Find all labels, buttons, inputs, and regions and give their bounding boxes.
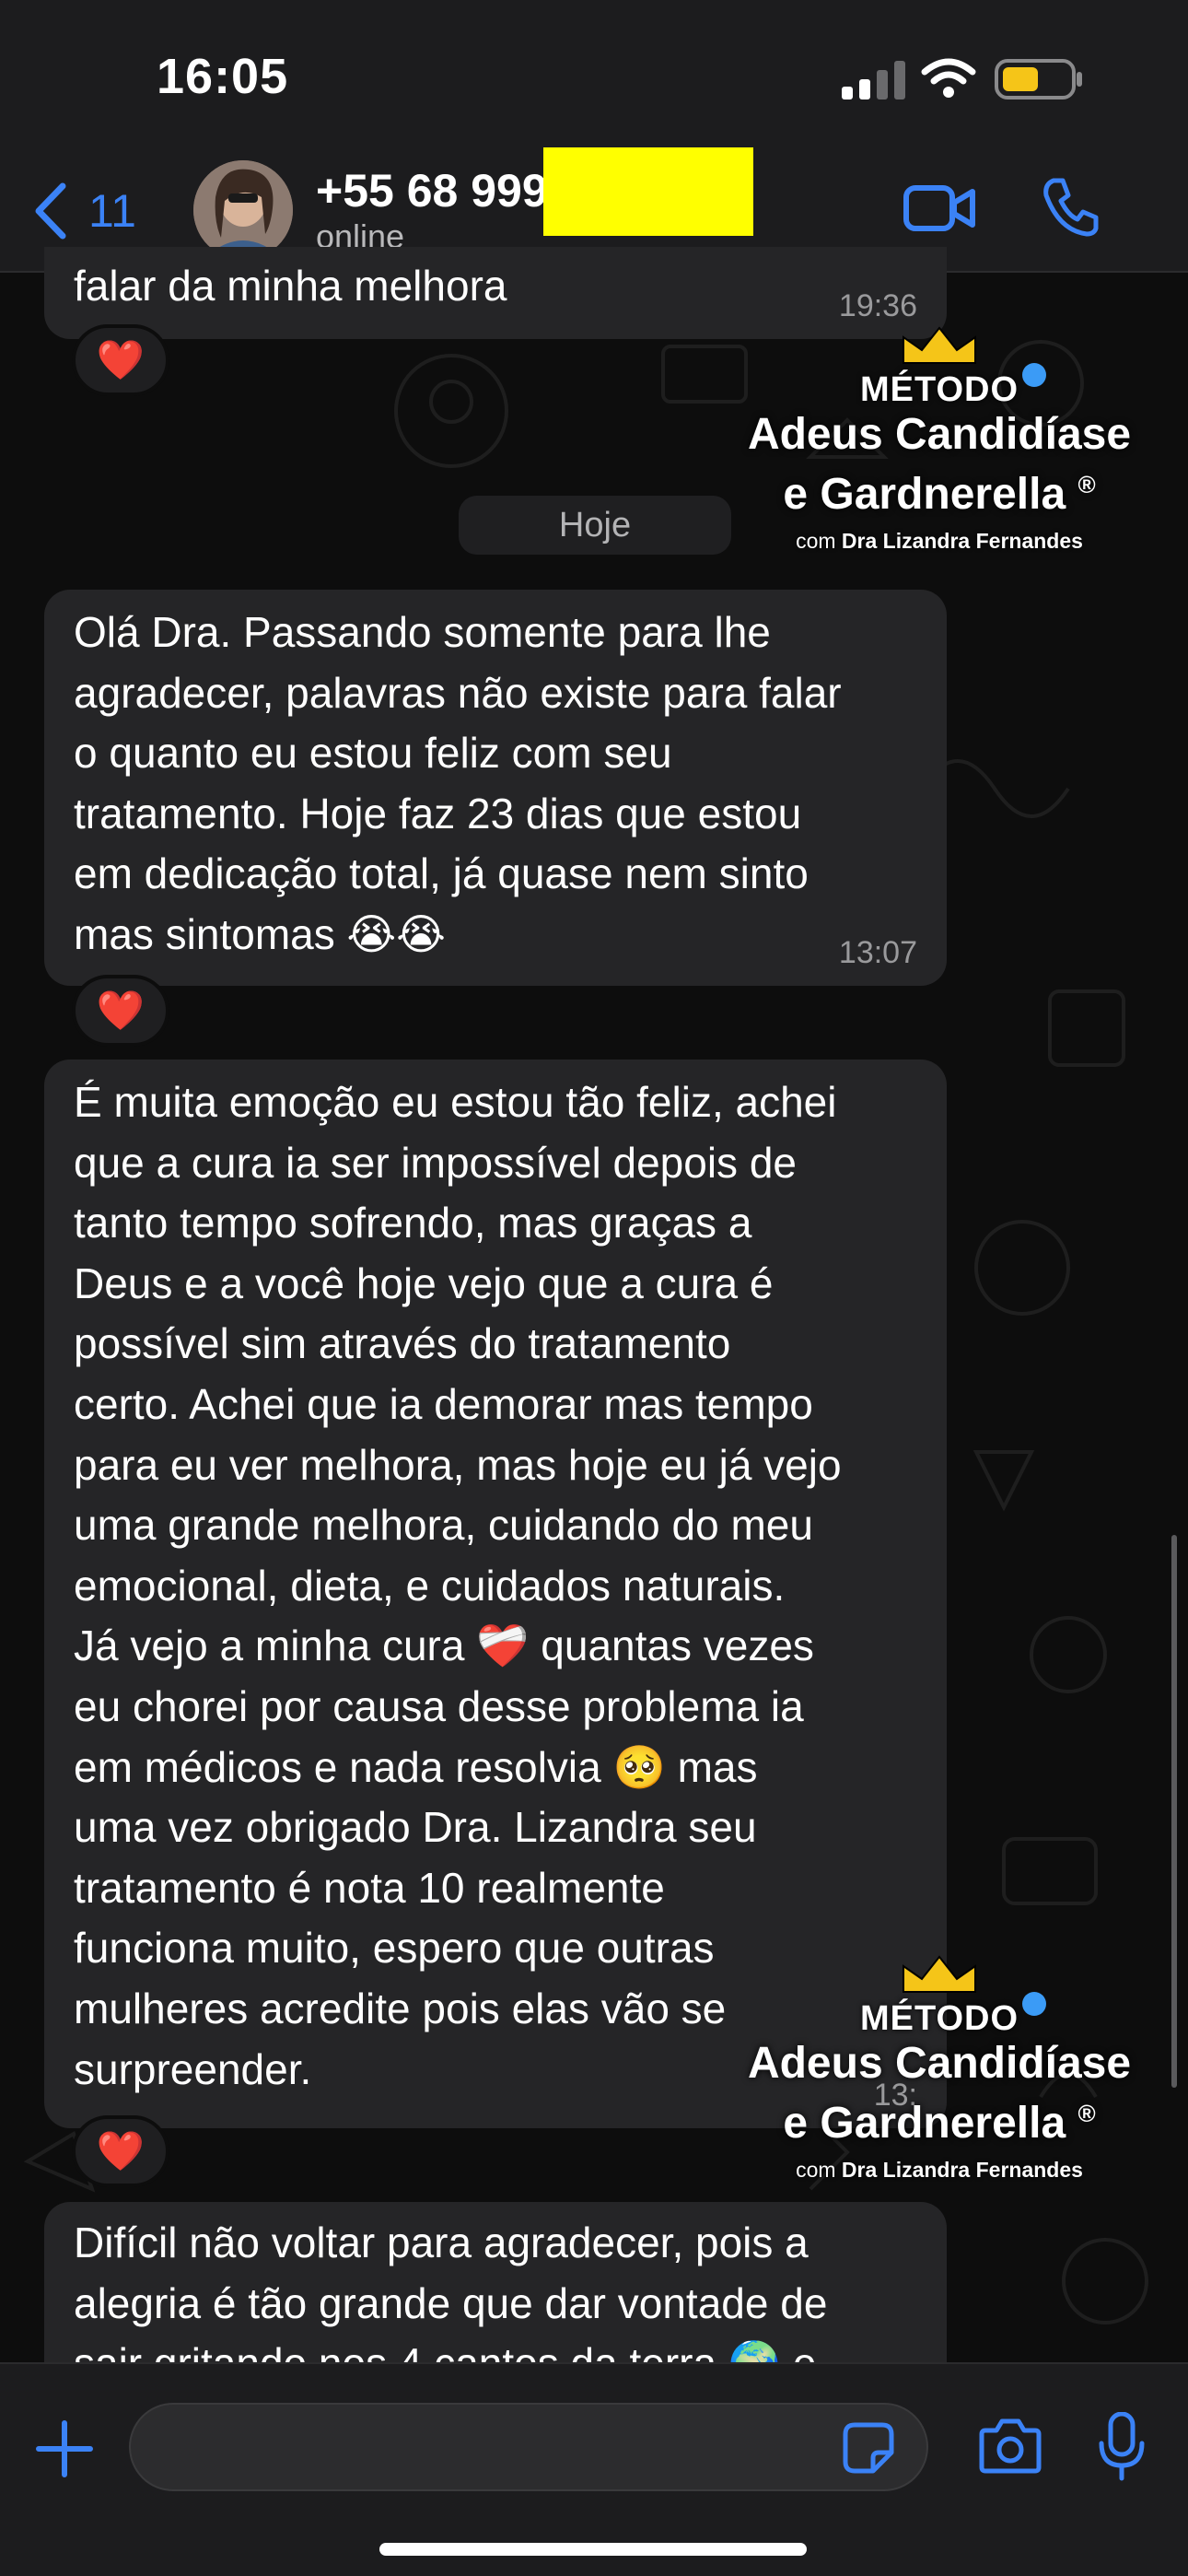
watermark-author: com Dra Lizandra Fernandes (700, 529, 1179, 554)
watermark-title-line2: e Gardnerella ® (700, 460, 1179, 520)
scrollbar[interactable] (1171, 1535, 1177, 2088)
verified-badge-icon (1022, 363, 1047, 387)
message-text: Difícil não voltar para agradecer, pois … (74, 2219, 828, 2364)
reaction-heart[interactable]: ❤️ (72, 2115, 169, 2187)
status-time: 16:05 (157, 49, 289, 104)
message-time: 19:36 (838, 288, 917, 323)
camera-icon[interactable] (978, 2418, 1042, 2475)
phone-call-icon[interactable] (1041, 177, 1100, 238)
redaction-block (543, 147, 753, 236)
brand-watermark: MÉTODO Adeus Candidíase e Gardnerella ® … (700, 324, 1179, 554)
home-indicator[interactable] (379, 2543, 807, 2556)
message-text: É muita emoção eu estou tão feliz, achei… (74, 1078, 842, 2093)
message-bubble[interactable]: Difícil não voltar para agradecer, pois … (44, 2202, 947, 2364)
brand-watermark: MÉTODO Adeus Candidíase e Gardnerella ® … (700, 1953, 1179, 2183)
sticker-icon[interactable] (842, 2421, 895, 2475)
crown-icon (903, 1955, 976, 1993)
message-field[interactable] (129, 2403, 928, 2491)
crown-icon (903, 326, 976, 364)
battery-icon (995, 59, 1082, 100)
plus-icon[interactable] (35, 2419, 94, 2478)
registered-mark: ® (1077, 471, 1096, 498)
watermark-by-prefix: com (796, 529, 836, 553)
watermark-title-line2: e Gardnerella ® (700, 2089, 1179, 2149)
verified-badge-icon (1022, 1992, 1047, 2016)
message-text: Olá Dra. Passando somente para lhe agrad… (74, 608, 842, 958)
watermark-author: com Dra Lizandra Fernandes (700, 2158, 1179, 2183)
watermark-title-line1: Adeus Candidíase (747, 410, 1132, 459)
wifi-icon (921, 58, 976, 98)
watermark-author-name: Dra Lizandra Fernandes (841, 2158, 1083, 2182)
watermark-metodo: MÉTODO (700, 1992, 1179, 2039)
watermark-metodo-text: MÉTODO (859, 1999, 1019, 2038)
message-time: 13:07 (838, 935, 917, 970)
watermark-metodo-text: MÉTODO (859, 370, 1019, 409)
contact-avatar[interactable] (193, 160, 293, 260)
date-separator: Hoje (459, 496, 731, 555)
watermark-author-name: Dra Lizandra Fernandes (841, 529, 1083, 553)
message-text: falar da minha melhora (74, 262, 507, 310)
chevron-left-icon (35, 182, 66, 240)
back-button[interactable]: 11 (31, 179, 136, 243)
reaction-heart[interactable]: ❤️ (72, 975, 169, 1047)
cellular-signal-icon (842, 61, 905, 100)
unread-count: 11 (88, 185, 136, 237)
registered-mark: ® (1077, 2100, 1096, 2127)
message-input[interactable] (131, 2405, 926, 2489)
message-bubble[interactable]: Olá Dra. Passando somente para lhe agrad… (44, 590, 947, 986)
watermark-title-line1: Adeus Candidíase (747, 2039, 1132, 2088)
avatar-image (193, 160, 293, 260)
microphone-icon[interactable] (1098, 2412, 1146, 2482)
watermark-title-line2-text: e Gardnerella (783, 470, 1066, 519)
watermark-by-prefix: com (796, 2158, 836, 2182)
reaction-heart[interactable]: ❤️ (72, 324, 169, 396)
video-call-icon[interactable] (903, 182, 976, 234)
watermark-title-line2-text: e Gardnerella (783, 2099, 1066, 2148)
watermark-metodo: MÉTODO (700, 363, 1179, 410)
contact-name[interactable]: +55 68 999 (316, 164, 548, 217)
status-bar: 16:05 (0, 0, 1188, 147)
